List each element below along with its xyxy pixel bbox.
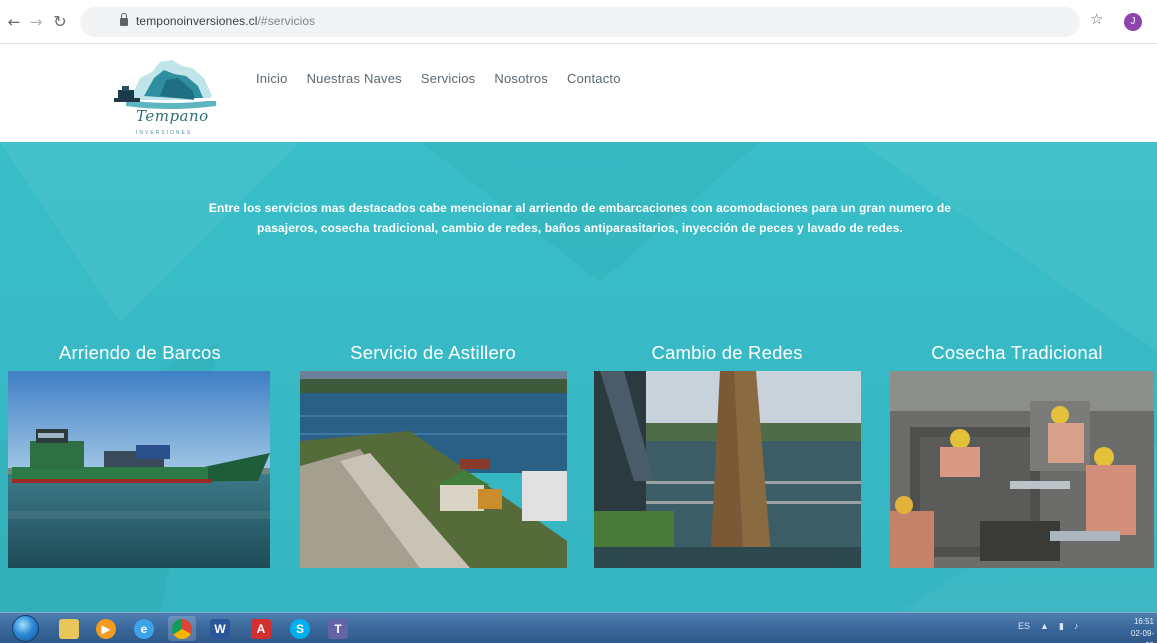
url-path: /#servicios (257, 14, 316, 28)
boat-photo-icon (8, 371, 270, 568)
volume-icon[interactable]: ♪ (1074, 621, 1079, 632)
windows-taskbar: ▶ e W A S T ES ▲ ▮ ♪ 16:51 02-09-20 (0, 612, 1157, 643)
service-photo-cosecha[interactable] (890, 371, 1154, 568)
shipyard-photo-icon (300, 371, 567, 568)
bookmark-star-icon[interactable]: ☆ (1090, 10, 1103, 28)
nav-link-nuestras-naves[interactable]: Nuestras Naves (307, 71, 402, 86)
taskbar-clock[interactable]: 16:51 02-09-20 (1122, 616, 1154, 643)
network-icon[interactable]: ▮ (1059, 621, 1064, 632)
chrome-icon[interactable] (168, 616, 196, 641)
skype-icon[interactable]: S (286, 616, 314, 641)
profile-avatar[interactable]: J (1124, 13, 1142, 31)
service-title-cosecha[interactable]: Cosecha Tradicional (872, 342, 1157, 364)
internet-explorer-icon[interactable]: e (130, 616, 158, 641)
address-bar[interactable]: temponoinversiones.cl/#servicios (80, 7, 1080, 37)
language-indicator[interactable]: ES (1018, 621, 1030, 632)
lock-icon (120, 13, 128, 26)
logo-iceberg-icon (114, 60, 216, 109)
service-title-redes[interactable]: Cambio de Redes (587, 342, 867, 364)
browser-toolbar: ← → ↻ temponoinversiones.cl/#servicios ☆… (0, 0, 1157, 44)
service-photo-arriendo[interactable] (8, 371, 270, 568)
nav-link-nosotros[interactable]: Nosotros (494, 71, 548, 86)
reload-icon[interactable]: ↻ (50, 12, 70, 32)
nets-photo-icon (594, 371, 861, 568)
clock-time: 16:51 (1133, 617, 1154, 626)
harvest-photo-icon (890, 371, 1154, 568)
service-title-arriendo[interactable]: Arriendo de Barcos (0, 342, 280, 364)
services-intro: Entre los servicios mas destacados cabe … (208, 201, 952, 235)
teams-icon[interactable]: T (324, 616, 352, 641)
site-logo[interactable]: Tempano INVERSIONES (108, 56, 228, 140)
forward-arrow-icon[interactable]: → (26, 12, 46, 32)
url-text[interactable]: temponoinversiones.cl/#servicios (136, 14, 315, 28)
tray-arrow-icon[interactable]: ▲ (1040, 621, 1049, 632)
main-nav: Inicio Nuestras Naves Servicios Nosotros… (256, 71, 621, 86)
url-host: temponoinversiones.cl (136, 14, 258, 28)
explorer-icon[interactable] (55, 616, 83, 641)
nav-link-contacto[interactable]: Contacto (567, 71, 621, 86)
clock-date: 02-09-20 (1130, 629, 1154, 643)
logo-sub-text: INVERSIONES (136, 130, 193, 136)
pdf-reader-icon[interactable]: A (247, 616, 275, 641)
system-tray: ES ▲ ▮ ♪ (1018, 621, 1078, 632)
site-header: Tempano INVERSIONES Inicio Nuestras Nave… (0, 44, 1157, 142)
back-arrow-icon[interactable]: ← (4, 12, 24, 32)
start-button-icon[interactable] (12, 615, 39, 642)
nav-link-servicios[interactable]: Servicios (421, 71, 476, 86)
service-photo-redes[interactable] (594, 371, 861, 568)
services-section: Entre los servicios mas destacados cabe … (0, 142, 1157, 612)
service-photo-astillero[interactable] (300, 371, 567, 568)
media-player-icon[interactable]: ▶ (92, 616, 120, 641)
word-icon[interactable]: W (206, 616, 234, 641)
nav-link-inicio[interactable]: Inicio (256, 71, 288, 86)
service-title-astillero[interactable]: Servicio de Astillero (293, 342, 573, 364)
logo-brand-text: Tempano (136, 107, 209, 125)
